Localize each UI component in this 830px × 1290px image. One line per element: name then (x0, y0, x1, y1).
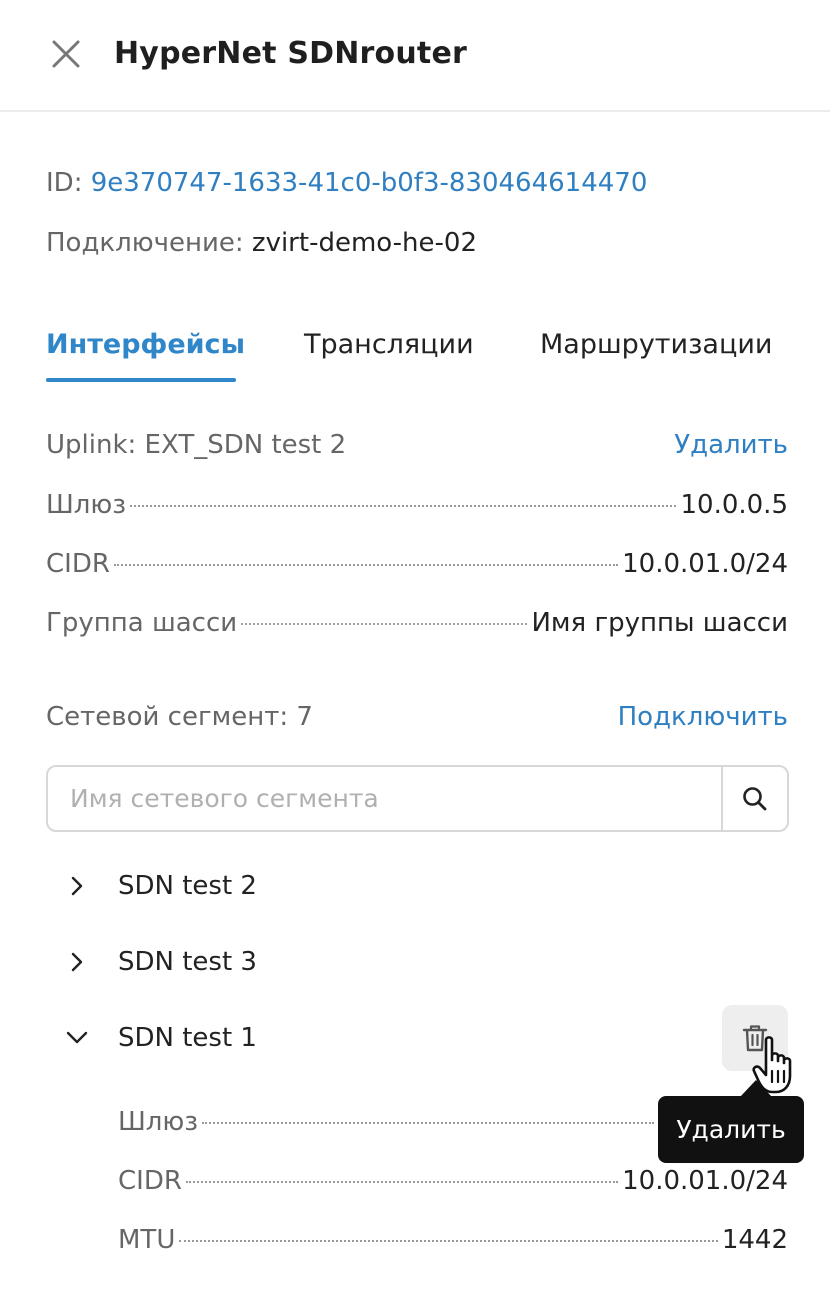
tab-interfaces[interactable]: Интерфейсы (46, 326, 245, 364)
tooltip-arrow (740, 1080, 772, 1097)
connection-label: Подключение: (46, 228, 244, 258)
dotted-leader (185, 1181, 619, 1183)
row-value: 10.0.01.0/24 (622, 1166, 788, 1196)
segment-item-label: SDN test 1 (118, 1023, 257, 1053)
segment-search (46, 765, 789, 832)
row-value: 1442 (721, 1225, 788, 1255)
row-value: 10.0.01.0/24 (622, 549, 788, 579)
connect-segment-link[interactable]: Подключить (618, 700, 788, 734)
segment-count-label: Сетевой сегмент: 7 (46, 702, 313, 732)
tab-bar: Интерфейсы Трансляции Маршрутизации (46, 326, 790, 384)
segment-item-label: SDN test 3 (118, 947, 257, 977)
page-title: HyperNet SDNrouter (114, 36, 467, 71)
dotted-leader (241, 623, 528, 625)
segment-search-input[interactable] (48, 767, 721, 830)
row-value: Имя группы шасси (531, 608, 788, 638)
router-id-label: ID: (46, 168, 83, 198)
segment-row-mtu: MTU 1442 (118, 1223, 788, 1257)
close-icon (52, 40, 80, 68)
router-id-link[interactable]: 9e370747-1633-41c0-b0f3-830464614470 (91, 168, 648, 198)
close-button[interactable] (46, 34, 86, 74)
segment-item-sdn-test-1[interactable]: SDN test 1 (60, 1018, 740, 1058)
row-label: CIDR (118, 1166, 182, 1196)
segment-header: Сетевой сегмент: 7 Подключить (46, 700, 788, 734)
segment-item-label: SDN test 2 (118, 871, 257, 901)
dotted-leader (202, 1122, 654, 1124)
dotted-leader (113, 564, 619, 566)
uplink-row-chassis-group: Группа шасси Имя группы шасси (46, 606, 788, 640)
router-id: ID: 9e370747-1633-41c0-b0f3-830464614470 (46, 166, 647, 200)
segment-item-sdn-test-2[interactable]: SDN test 2 (60, 866, 740, 906)
segment-row-cidr: CIDR 10.0.01.0/24 (118, 1164, 788, 1198)
delete-tooltip: Удалить (658, 1096, 804, 1163)
uplink-row-gateway: Шлюз 10.0.0.5 (46, 488, 788, 522)
row-label: Шлюз (118, 1107, 199, 1137)
chevron-right-icon[interactable] (60, 869, 94, 903)
chevron-down-icon[interactable] (60, 1021, 94, 1055)
segment-item-sdn-test-3[interactable]: SDN test 3 (60, 942, 740, 982)
connection-info: Подключение: zvirt-demo-he-02 (46, 226, 477, 260)
search-button[interactable] (721, 767, 787, 830)
row-value: 10.0.0.5 (680, 490, 788, 520)
panel-header: HyperNet SDNrouter (0, 0, 830, 112)
search-icon (743, 786, 767, 810)
tab-translations[interactable]: Трансляции (304, 326, 474, 364)
uplink-header: Uplink: EXT_SDN test 2 Удалить (46, 428, 788, 462)
segment-row-gateway: Шлюз (118, 1105, 658, 1139)
delete-segment-button[interactable] (722, 1005, 788, 1071)
uplink-label: Uplink: EXT_SDN test 2 (46, 430, 347, 460)
tab-routing[interactable]: Маршрутизации (540, 326, 772, 364)
uplink-row-cidr: CIDR 10.0.01.0/24 (46, 547, 788, 581)
connection-value: zvirt-demo-he-02 (251, 228, 477, 258)
row-label: Группа шасси (46, 608, 238, 638)
row-label: CIDR (46, 549, 110, 579)
chevron-right-icon[interactable] (60, 945, 94, 979)
trash-icon (742, 1025, 768, 1052)
dotted-leader (130, 505, 677, 507)
uplink-delete-link[interactable]: Удалить (674, 428, 788, 462)
active-tab-indicator (46, 378, 236, 382)
row-label: Шлюз (46, 490, 127, 520)
dotted-leader (179, 1240, 718, 1242)
row-label: MTU (118, 1225, 176, 1255)
